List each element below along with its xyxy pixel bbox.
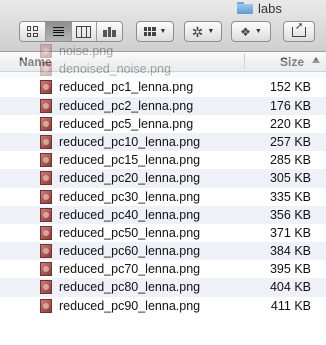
png-file-icon xyxy=(40,44,52,58)
file-row[interactable]: reduced_pc60_lenna.png 384 KB xyxy=(0,242,326,261)
file-name: reduced_pc20_lenna.png xyxy=(59,171,201,186)
arrange-icon xyxy=(143,27,156,36)
view-mode-control xyxy=(19,21,123,42)
png-file-icon xyxy=(40,153,52,168)
list-view-icon xyxy=(52,27,64,36)
png-file-icon xyxy=(40,171,52,186)
png-file-icon xyxy=(40,225,52,240)
coverflow-view-button[interactable] xyxy=(97,22,122,41)
png-file-icon xyxy=(40,280,52,295)
png-file-icon xyxy=(40,298,52,313)
file-row[interactable]: reduced_pc10_lenna.png 257 KB xyxy=(0,132,326,152)
file-name: reduced_pc10_lenna.png xyxy=(59,134,201,149)
file-name: reduced_pc30_lenna.png xyxy=(59,189,201,204)
file-row[interactable]: reduced_pc90_lenna.png 411 KB xyxy=(0,297,326,315)
file-size: 371 KB xyxy=(269,225,311,240)
arrange-button[interactable]: ▼ xyxy=(136,21,174,42)
file-size: 285 KB xyxy=(269,153,311,168)
file-row[interactable]: reduced_pc50_lenna.png 371 KB xyxy=(0,224,326,242)
file-row[interactable]: reduced_pc80_lenna.png 404 KB xyxy=(0,278,326,297)
folder-icon xyxy=(237,2,253,14)
column-view-button[interactable] xyxy=(71,22,98,41)
file-size: 305 KB xyxy=(269,171,311,186)
file-name: reduced_pc1_lenna.png xyxy=(59,80,194,95)
file-row[interactable]: reduced_pc1_lenna.png 152 KB xyxy=(0,78,326,96)
file-row[interactable]: reduced_pc15_lenna.png 285 KB xyxy=(0,151,326,169)
file-name: reduced_pc70_lenna.png xyxy=(59,262,201,277)
file-name: noise.png xyxy=(59,44,114,58)
window-title: labs xyxy=(237,0,282,16)
file-size: 176 KB xyxy=(269,98,311,113)
file-size: 384 KB xyxy=(269,244,311,259)
file-name: reduced_pc60_lenna.png xyxy=(59,244,201,259)
file-row[interactable]: noise.png xyxy=(0,42,326,60)
file-name: reduced_pc80_lenna.png xyxy=(59,280,201,295)
file-row[interactable]: reduced_pc20_lenna.png 305 KB xyxy=(0,169,326,188)
png-file-icon xyxy=(40,62,52,77)
file-row[interactable]: reduced_pc2_lenna.png 176 KB xyxy=(0,96,326,115)
icon-view-button[interactable] xyxy=(20,22,46,41)
png-file-icon xyxy=(40,189,52,204)
file-size: 152 KB xyxy=(269,80,311,95)
file-name: reduced_pc90_lenna.png xyxy=(59,298,201,313)
file-size: 356 KB xyxy=(269,207,311,222)
file-name: denoised_noise.png xyxy=(59,62,171,77)
file-name: reduced_pc40_lenna.png xyxy=(59,207,201,222)
file-list: noise.png denoised_noise.png reduced_pc1_l… xyxy=(0,42,326,315)
share-button[interactable] xyxy=(283,21,315,42)
file-name: reduced_pc15_lenna.png xyxy=(59,153,201,168)
png-file-icon xyxy=(40,244,52,259)
gear-icon: ✲ xyxy=(191,23,204,40)
file-name: reduced_pc2_lenna.png xyxy=(59,98,194,113)
chevron-down-icon: ▼ xyxy=(159,28,167,35)
file-row[interactable]: reduced_pc70_lenna.png 395 KB xyxy=(0,260,326,278)
file-size: 411 KB xyxy=(270,298,311,313)
file-size: 220 KB xyxy=(269,116,311,131)
list-view-button[interactable] xyxy=(45,22,72,41)
png-file-icon xyxy=(40,262,52,277)
png-file-icon xyxy=(40,98,52,113)
png-file-icon xyxy=(40,116,52,131)
file-size: 395 KB xyxy=(269,262,311,277)
icon-view-icon xyxy=(26,26,38,37)
window-title-label: labs xyxy=(258,0,282,16)
file-row[interactable]: reduced_pc30_lenna.png 335 KB xyxy=(0,188,326,206)
file-name: reduced_pc50_lenna.png xyxy=(59,225,201,240)
png-file-icon xyxy=(40,207,52,222)
file-row[interactable]: reduced_pc5_lenna.png 220 KB xyxy=(0,115,326,133)
file-size: 257 KB xyxy=(269,134,311,149)
chevron-down-icon: ▼ xyxy=(254,28,262,35)
chevron-down-icon: ▼ xyxy=(207,28,215,35)
file-name: reduced_pc5_lenna.png xyxy=(59,116,194,131)
dropbox-icon: ❖ xyxy=(240,24,251,39)
file-size: 335 KB xyxy=(269,189,311,204)
dropbox-button[interactable]: ❖ ▼ xyxy=(231,21,271,42)
coverflow-view-icon xyxy=(103,26,117,37)
column-view-icon xyxy=(76,25,92,38)
share-icon xyxy=(292,21,306,37)
file-row[interactable]: reduced_pc40_lenna.png 356 KB xyxy=(0,205,326,224)
file-row[interactable]: denoised_noise.png xyxy=(0,60,326,79)
png-file-icon xyxy=(40,134,52,149)
file-size: 404 KB xyxy=(269,280,311,295)
png-file-icon xyxy=(40,80,52,95)
action-button[interactable]: ✲ ▼ xyxy=(184,21,222,42)
